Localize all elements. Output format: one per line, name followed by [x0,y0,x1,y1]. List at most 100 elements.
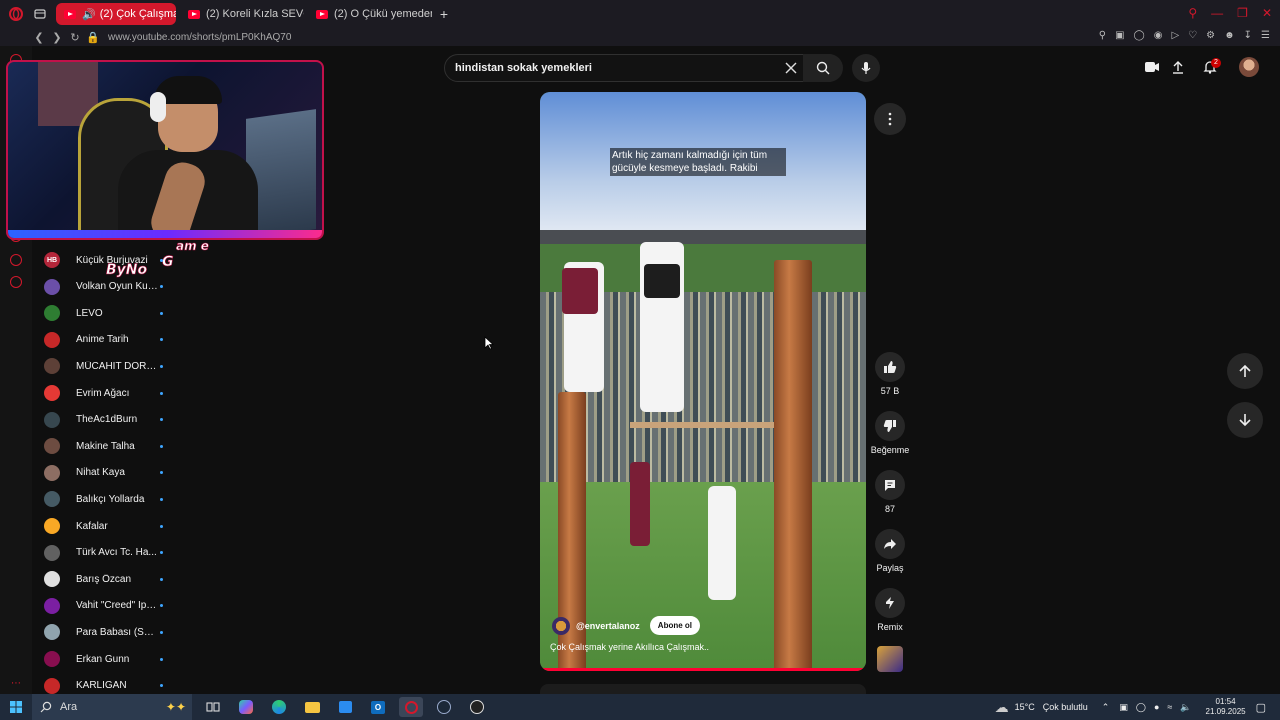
clear-search-icon[interactable] [783,61,799,77]
next-short-button[interactable] [1227,402,1263,438]
previous-short-button[interactable] [1227,353,1263,389]
like-button[interactable] [875,352,905,382]
channel-avatar [44,305,60,322]
snapshot-icon[interactable]: ▣ [1115,30,1124,41]
sidebar-pinboard-icon[interactable] [10,254,22,266]
subscribe-button[interactable]: Abone ol [649,616,701,635]
search-input[interactable] [455,62,775,74]
sidebar-item-subscription[interactable]: Evrim Ağacı [44,383,184,403]
vpn-icon[interactable]: ◉ [1154,30,1163,41]
search-button[interactable] [803,54,843,82]
sidebar-item-subscription[interactable]: KARLIGAN [44,676,184,696]
comments-button[interactable] [875,470,905,500]
next-short-preview[interactable] [540,684,866,694]
steam-app-icon[interactable] [432,697,456,717]
minimize-icon[interactable]: — [1211,6,1223,20]
file-explorer-icon[interactable] [300,697,324,717]
maximize-icon[interactable]: ❐ [1237,6,1248,20]
channel-avatar [44,624,60,641]
upload-button[interactable] [1169,58,1187,76]
back-arrow-icon[interactable]: ❮ [30,31,48,44]
volume-icon[interactable]: 🔈 [1180,702,1191,713]
reload-icon[interactable]: ↻ [66,31,84,44]
tab-island-icon[interactable] [32,6,48,22]
clock[interactable]: 01:54 21.09.2025 [1206,697,1246,717]
opera-app-icon[interactable] [399,697,423,717]
play-icon[interactable]: ▷ [1171,30,1179,41]
pin-icon[interactable]: ⚲ [1099,30,1106,41]
wifi-icon[interactable]: ≈ [1167,702,1172,712]
sound-thumbnail[interactable] [877,646,903,672]
start-button[interactable] [0,701,32,713]
tab-3[interactable]: (2) O Çükü yemeden dura [308,3,432,25]
microphone-icon [861,62,871,74]
sidebar-item-subscription[interactable]: Anime Tarih [44,330,184,350]
sidebar-item-subscription[interactable]: Vahit "Creed" İpe... [44,596,184,616]
sidebar-item-subscription[interactable]: LEVO [44,303,184,323]
tab-1[interactable]: 🔊 (2) Çok Çalışmak yeri [56,3,176,25]
microphone-tray-icon[interactable]: ● [1154,702,1159,712]
share-label: Paylaş [876,563,904,573]
sidebar-more-icon[interactable]: ⋯ [11,678,21,689]
store-app-icon[interactable] [333,697,357,717]
sidebar-item-label: Nihat Kaya [76,467,125,479]
edge-app-icon[interactable] [267,697,291,717]
dislike-button[interactable] [875,411,905,441]
sidebar-item-subscription[interactable]: TheAc1dBurn [44,410,184,430]
video-caption: Artık hiç zamanı kalmadığı için tüm gücü… [610,148,786,176]
shorts-video-player[interactable]: Artık hiç zamanı kalmadığı için tüm gücü… [540,92,866,671]
video-title[interactable]: Çok Çalışmak yerine Akıllıca Çalışmak.. [550,642,850,652]
download-icon[interactable]: ↧ [1244,30,1252,41]
opera-logo-icon[interactable] [8,6,24,22]
sidebar-item-subscription[interactable]: Balıkçı Yollarda [44,489,184,509]
channel-row: @envertalanoz Abone ol [552,616,701,635]
more-options-button[interactable] [874,103,906,135]
create-video-icon [1145,62,1159,72]
outlook-app-icon[interactable]: O [366,697,390,717]
sidebar-item-subscription[interactable]: MÜCAHİT DORAY [44,356,184,376]
channel-handle[interactable]: @envertalanoz [576,621,640,631]
shield-icon[interactable]: ◯ [1134,30,1145,41]
sidebar-item-subscription[interactable]: Makine Talha [44,436,184,456]
share-button[interactable] [875,529,905,559]
heart-icon[interactable]: ♡ [1188,30,1197,41]
channel-avatar[interactable] [552,616,570,635]
tray-app-icon[interactable]: ▣ [1119,702,1128,713]
obs-app-icon[interactable] [465,697,489,717]
sidebar-item-subscription[interactable]: Kafalar [44,516,184,536]
search-tabs-icon[interactable]: ⚲ [1188,6,1197,20]
video-jersey-1 [562,268,598,314]
close-window-icon[interactable]: ✕ [1262,6,1272,20]
voice-search-button[interactable] [852,54,880,82]
sidebar-item-subscription[interactable]: Para Babası (Sai... [44,622,184,642]
tray-security-icon[interactable]: ◯ [1136,702,1146,713]
copilot-app-icon[interactable] [234,697,258,717]
sidebar-item-subscription[interactable]: Volkan Oyun Kuv... [44,277,184,297]
sidebar-item-subscription[interactable]: Barış Özcan [44,569,184,589]
webcam-overlay [6,60,324,240]
sidebar-item-subscription[interactable]: Erkan Gunn [44,649,184,669]
sidebar-item-subscription[interactable]: Nihat Kaya [44,463,184,483]
remix-button[interactable] [875,588,905,618]
sidebar-item-subscription[interactable]: HB Küçük Burjuvazi [44,250,184,270]
taskbar-search[interactable]: Ara ✦✦ [32,694,192,720]
youtube-favicon-icon [188,9,200,19]
url-text[interactable]: www.youtube.com/shorts/pmLP0KhAQ70 [108,32,291,43]
weather-widget[interactable]: ☁ 15°C Çok bulutlu [995,699,1088,716]
tab-2[interactable]: (2) Koreli Kızla SEVGİLİ O [180,3,304,25]
menu-icon[interactable]: ☰ [1261,30,1270,41]
sidebar-settings-icon[interactable] [10,276,22,288]
sidebar-item-label: TheAc1dBurn [76,414,138,426]
video-progress-bar[interactable] [540,668,866,671]
account-avatar[interactable] [1239,57,1259,77]
profile-icon[interactable]: ☻ [1224,30,1235,41]
new-tab-plus-icon[interactable]: + [436,6,452,22]
task-view-icon[interactable] [201,697,225,717]
sidebar-item-subscription[interactable]: Türk Avcı Tc. Ha... [44,543,184,563]
extensions-icon[interactable]: ⚙ [1206,30,1215,41]
tray-chevron-icon[interactable]: ⌃ [1102,702,1110,713]
notification-center-icon[interactable]: ▢ [1256,701,1266,714]
arrow-up-icon [1239,364,1251,377]
create-button[interactable] [1143,58,1161,76]
forward-arrow-icon[interactable]: ❯ [48,31,66,44]
